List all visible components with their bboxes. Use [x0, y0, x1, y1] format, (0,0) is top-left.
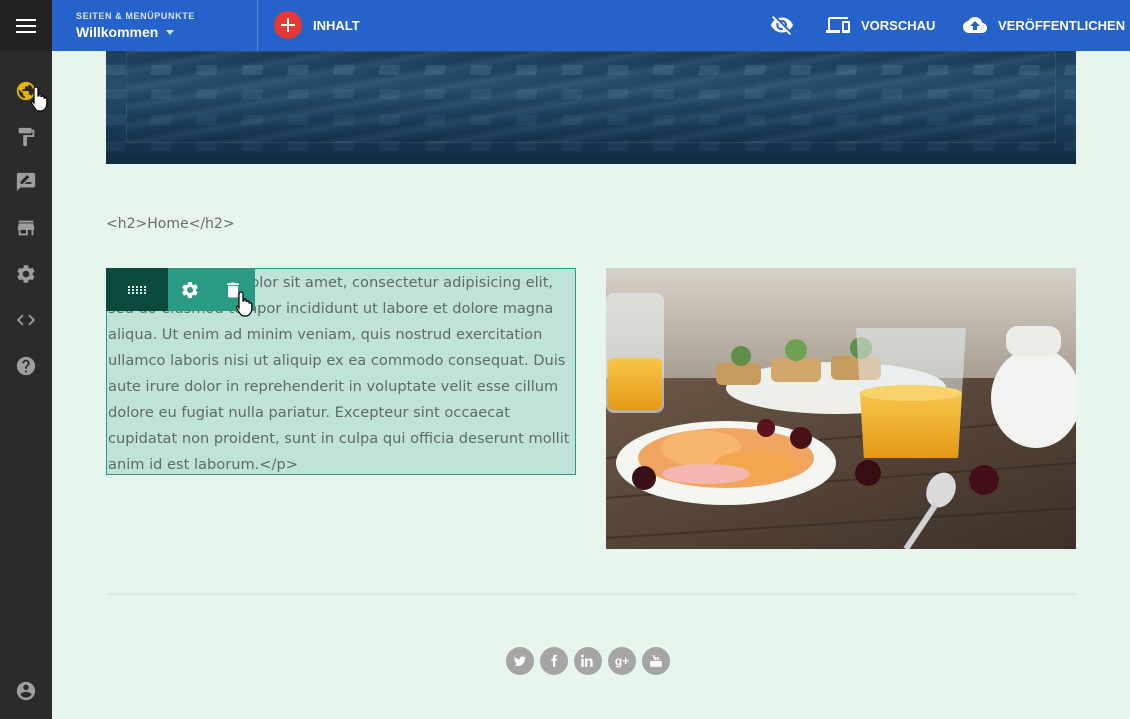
section-divider — [106, 593, 1076, 595]
current-page-label: Willkommen — [76, 24, 159, 40]
drag-handle[interactable] — [106, 268, 168, 311]
google-plus-icon[interactable]: g+ — [608, 647, 636, 675]
store-icon[interactable] — [14, 216, 38, 240]
preview-label: VORSCHAU — [861, 17, 936, 33]
eye-off-icon — [771, 16, 793, 35]
add-content-button[interactable]: INHALT — [274, 11, 360, 39]
menu-button[interactable] — [0, 0, 52, 51]
water-ripple — [106, 65, 1076, 75]
water-ripple — [106, 115, 1076, 125]
account-icon[interactable] — [14, 679, 38, 703]
paint-roller-icon[interactable] — [14, 125, 38, 149]
water-ripple — [106, 141, 1076, 151]
gear-icon[interactable] — [14, 262, 38, 286]
add-content-label: INHALT — [313, 17, 360, 33]
twitter-icon[interactable] — [506, 647, 534, 675]
page-heading-code[interactable]: <h2>Home</h2> — [106, 216, 235, 232]
left-sidebar — [0, 0, 52, 719]
publish-button[interactable]: VERÖFFENTLICHEN — [962, 13, 1125, 37]
youtube-icon[interactable] — [642, 647, 670, 675]
facebook-icon[interactable] — [540, 647, 568, 675]
cloud-upload-icon — [963, 17, 987, 33]
hide-elements-button[interactable] — [770, 13, 796, 39]
top-bar: SEITEN & MENÜPUNKTE Willkommen INHALT VO… — [52, 0, 1130, 51]
pages-dropdown[interactable]: SEITEN & MENÜPUNKTE Willkommen — [52, 0, 258, 51]
gear-icon — [181, 281, 198, 298]
edit-note-icon[interactable] — [14, 170, 38, 194]
publish-label: VERÖFFENTLICHEN — [998, 17, 1126, 33]
pages-dropdown-value: Willkommen — [76, 24, 257, 40]
linkedin-icon[interactable] — [574, 647, 602, 675]
hamburger-icon — [16, 18, 36, 33]
drag-dots-icon — [128, 285, 146, 294]
preview-button[interactable]: VORSCHAU — [825, 13, 935, 37]
block-toolbar — [106, 268, 255, 311]
code-icon[interactable] — [14, 308, 38, 332]
header-banner-image[interactable] — [106, 51, 1076, 164]
hand-cursor-icon — [30, 86, 48, 112]
hand-cursor-icon — [235, 291, 253, 317]
devices-icon — [826, 17, 850, 33]
block-settings-button[interactable] — [168, 268, 211, 311]
pages-dropdown-caption: SEITEN & MENÜPUNKTE — [76, 11, 195, 21]
water-ripple — [106, 89, 1076, 99]
help-icon[interactable] — [14, 354, 38, 378]
breakfast-image[interactable] — [606, 268, 1076, 549]
chevron-down-icon — [166, 29, 175, 35]
plus-icon — [274, 11, 302, 39]
social-links: g+ — [506, 647, 670, 675]
